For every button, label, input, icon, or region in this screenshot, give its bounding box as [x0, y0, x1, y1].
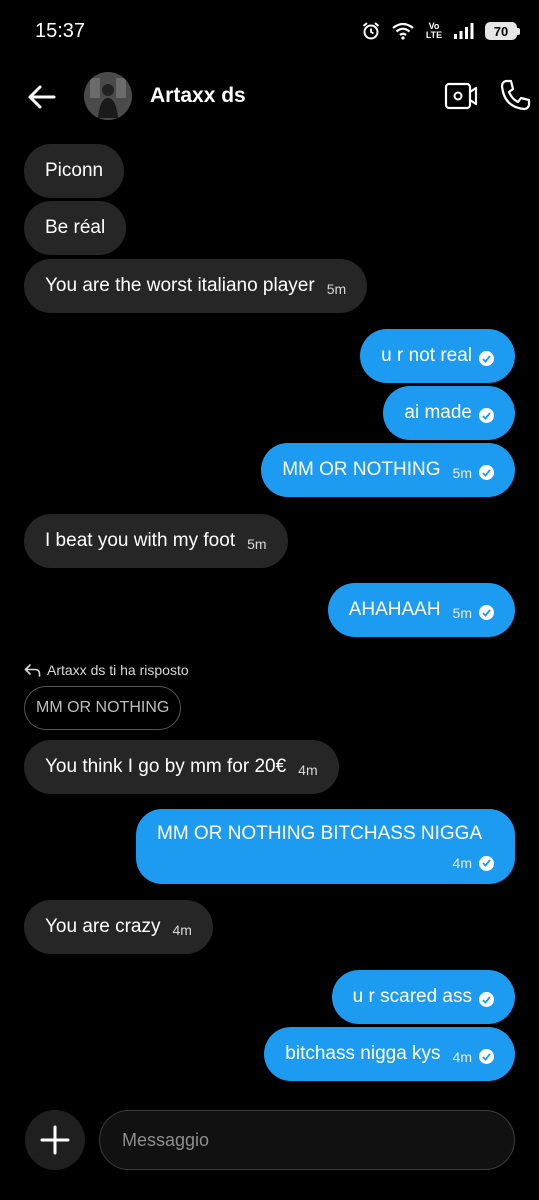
- message-bubble-incoming[interactable]: You are crazy 4m: [24, 900, 213, 954]
- message-timestamp: 4m: [172, 922, 192, 938]
- message-bubble-outgoing[interactable]: u r not real: [360, 329, 515, 383]
- signal-icon: [454, 23, 474, 39]
- add-attachment-button[interactable]: [25, 1110, 85, 1170]
- message-text: u r not real: [381, 345, 472, 366]
- message-timestamp: 5m: [326, 281, 347, 297]
- message-bubble-incoming[interactable]: Be réal: [24, 201, 127, 255]
- message-bubble-incoming[interactable]: You think I go by mm for 20€ 4m: [24, 740, 339, 794]
- volte-label: Vo LTE: [425, 21, 443, 40]
- message-text: AHAHAAH: [348, 599, 441, 620]
- message-text: You think I go by mm for 20€: [45, 756, 287, 777]
- phone-icon[interactable]: [498, 78, 532, 112]
- message-text: bitchass nigga kys: [285, 1043, 441, 1064]
- message-timestamp: 5m: [452, 605, 472, 621]
- read-check-icon: [479, 408, 494, 423]
- message-bubble-outgoing[interactable]: ai made: [383, 386, 515, 440]
- message-bubble-incoming[interactable]: Piconn: [24, 144, 125, 198]
- reply-indicator: Artaxx ds ti ha risposto: [24, 662, 189, 678]
- message-text: MM OR NOTHING BITCHASS NIGGA: [157, 823, 483, 844]
- avatar-photo: [84, 72, 132, 120]
- message-bubble-outgoing[interactable]: MM OR NOTHING 5m: [261, 443, 515, 497]
- status-time: 15:37: [35, 20, 86, 42]
- message-bubble-outgoing[interactable]: u r scared ass: [331, 970, 515, 1024]
- message-text: Be réal: [45, 217, 106, 238]
- reply-arrow-icon: [24, 664, 41, 677]
- message-bubble-incoming[interactable]: You are the worst italiano player 5m: [24, 259, 368, 313]
- read-check-icon: [479, 992, 494, 1007]
- read-check-icon: [479, 605, 494, 620]
- status-bar: 15:37 Vo LTE 70: [0, 0, 539, 62]
- message-bubble-outgoing[interactable]: AHAHAAH 5m: [327, 583, 515, 637]
- quoted-message[interactable]: MM OR NOTHING: [24, 686, 182, 730]
- message-bubble-outgoing[interactable]: bitchass nigga kys 4m: [264, 1027, 515, 1081]
- message-text: ai made: [404, 402, 472, 423]
- video-call-icon[interactable]: [444, 80, 478, 112]
- read-check-icon: [479, 1049, 494, 1064]
- message-timestamp: 5m: [247, 536, 267, 552]
- alarm-icon: [362, 22, 380, 40]
- back-arrow-icon[interactable]: [26, 82, 58, 112]
- read-check-icon: [479, 855, 494, 871]
- message-timestamp: 4m: [452, 1049, 472, 1065]
- read-check-icon: [479, 465, 494, 480]
- message-input[interactable]: [99, 1110, 515, 1170]
- message-text: u r scared ass: [352, 986, 472, 1007]
- chat-header: Artaxx ds: [0, 62, 539, 132]
- message-text: I beat you with my foot: [45, 530, 236, 551]
- avatar[interactable]: [84, 72, 132, 120]
- read-check-icon: [479, 351, 494, 366]
- message-timestamp: 4m: [298, 762, 318, 778]
- message-timestamp: 4m: [452, 855, 472, 871]
- reply-indicator-text: Artaxx ds ti ha risposto: [47, 662, 189, 678]
- contact-name[interactable]: Artaxx ds: [150, 84, 246, 108]
- status-icons: Vo LTE 70: [361, 16, 520, 46]
- message-composer: [0, 1100, 539, 1180]
- message-timestamp: 5m: [452, 465, 472, 481]
- wifi-icon: [392, 22, 414, 40]
- message-text: MM OR NOTHING: [282, 459, 441, 480]
- message-text: Piconn: [45, 160, 104, 181]
- message-text: You are crazy: [45, 916, 161, 937]
- plus-icon: [40, 1125, 70, 1155]
- battery-indicator: 70: [485, 22, 520, 40]
- message-bubble-outgoing[interactable]: MM OR NOTHING BITCHASS NIGGA 4m: [136, 809, 515, 884]
- message-bubble-incoming[interactable]: I beat you with my foot 5m: [24, 514, 288, 568]
- message-text: You are the worst italiano player: [45, 275, 315, 296]
